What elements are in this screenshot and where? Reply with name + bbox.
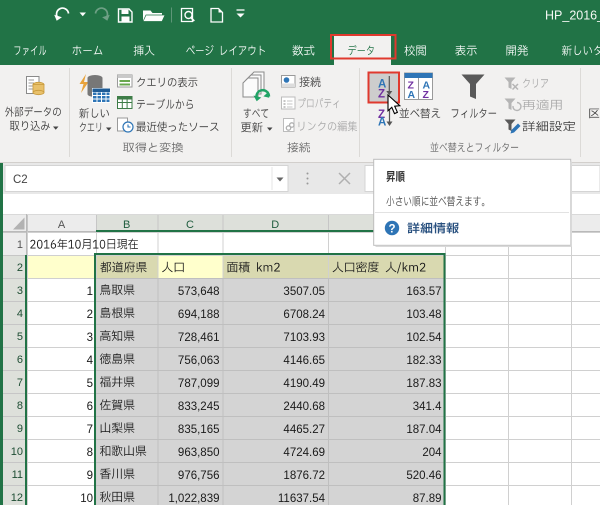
svg-text:7: 7 [87,424,93,436]
svg-text:6: 6 [87,401,93,413]
svg-text:2: 2 [17,262,23,274]
svg-text:520.46: 520.46 [406,470,441,482]
svg-text:11: 11 [12,469,23,481]
svg-text:10: 10 [80,493,93,505]
svg-text:3: 3 [17,285,23,297]
svg-text:1: 1 [87,286,93,298]
svg-text:10: 10 [11,446,23,458]
svg-text:C2: C2 [13,174,28,186]
svg-text:1,022,839: 1,022,839 [168,493,219,505]
svg-text:7: 7 [17,377,23,389]
svg-text:Z: Z [423,89,430,101]
svg-text:4: 4 [87,355,94,367]
svg-text:694,188: 694,188 [178,309,220,321]
svg-text:12: 12 [11,492,23,504]
svg-text:573,648: 573,648 [178,286,220,298]
svg-text:4146.65: 4146.65 [283,355,325,367]
svg-text:4465.27: 4465.27 [283,424,325,436]
svg-text:163.57: 163.57 [406,286,441,298]
svg-text:HP_2016_: HP_2016_ [545,9,600,23]
svg-text:A: A [58,219,66,231]
svg-text:4724.69: 4724.69 [283,447,325,459]
svg-text:2440.68: 2440.68 [283,401,325,413]
svg-text:87.89: 87.89 [413,493,442,505]
svg-text:7103.93: 7103.93 [283,332,325,344]
svg-text:103.48: 103.48 [406,309,441,321]
svg-text:?: ? [388,223,395,235]
svg-text:756,063: 756,063 [178,355,220,367]
svg-text:182.33: 182.33 [406,355,441,367]
svg-text:8: 8 [17,400,23,412]
svg-text:A: A [408,89,416,101]
svg-text:6708.24: 6708.24 [283,309,325,321]
svg-text:2: 2 [87,309,93,321]
svg-text:1876.72: 1876.72 [283,470,325,482]
svg-text:835,165: 835,165 [178,424,220,436]
svg-text:9: 9 [17,423,23,435]
svg-text:Z: Z [378,89,385,101]
svg-text:3: 3 [87,332,93,344]
svg-text:6: 6 [17,354,23,366]
svg-text:187.83: 187.83 [406,378,441,390]
svg-text:787,099: 787,099 [178,378,220,390]
svg-text:976,756: 976,756 [178,470,220,482]
svg-text:102.54: 102.54 [406,332,442,344]
svg-text:A: A [378,117,386,129]
svg-text:204: 204 [422,447,442,459]
svg-text:D: D [271,219,279,231]
svg-text:5: 5 [87,378,93,390]
svg-text:187.04: 187.04 [406,424,442,436]
svg-text:11637.54: 11637.54 [278,493,326,505]
svg-text:5: 5 [17,331,23,343]
svg-text:B: B [123,219,130,231]
svg-text:963,850: 963,850 [178,447,220,459]
svg-text:1: 1 [17,239,23,251]
svg-text:C: C [186,219,194,231]
svg-text:4: 4 [17,308,23,320]
svg-text:8: 8 [87,447,93,459]
svg-text:341.4: 341.4 [413,401,442,413]
svg-text:4190.49: 4190.49 [283,378,325,390]
svg-text:9: 9 [87,470,93,482]
svg-text:3507.05: 3507.05 [283,286,325,298]
svg-text:728,461: 728,461 [178,332,220,344]
svg-text:833,245: 833,245 [178,401,220,413]
